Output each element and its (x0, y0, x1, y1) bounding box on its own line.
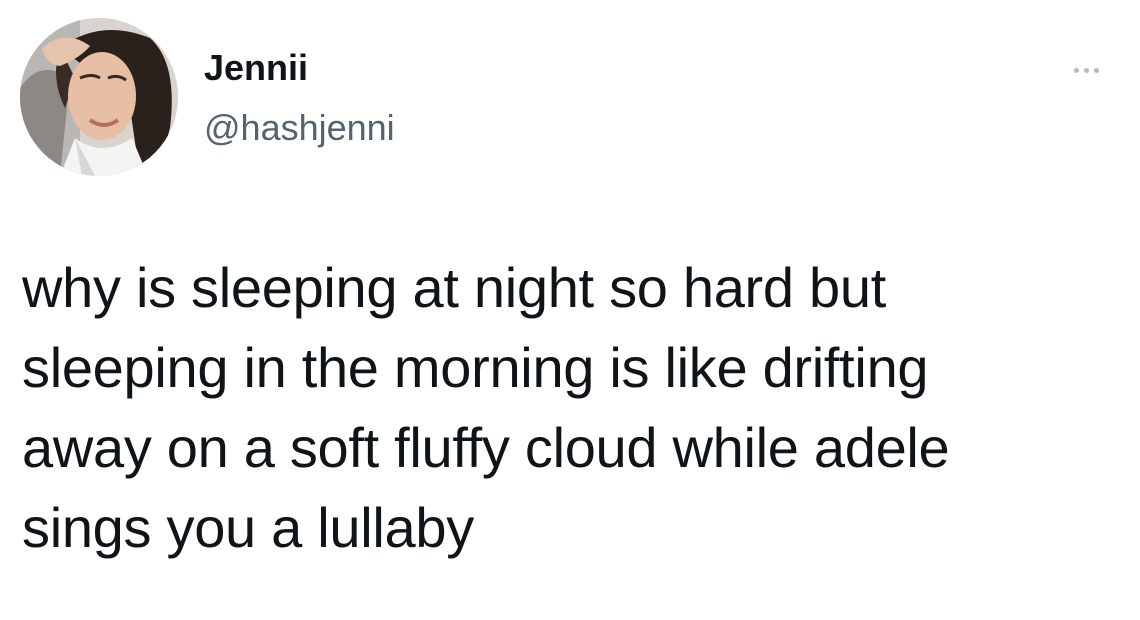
dot-icon (1073, 67, 1079, 73)
more-options-icon[interactable] (1062, 58, 1110, 82)
tweet-card: Jennii @hashjenni why is sleeping at nig… (0, 0, 1140, 620)
avatar[interactable] (20, 18, 178, 176)
dot-icon (1083, 67, 1089, 73)
tweet-text-line: away on a soft fluffy cloud while adele (22, 416, 950, 479)
profile-photo (20, 18, 178, 176)
tweet-text: why is sleeping at night so hard but sle… (22, 248, 1122, 568)
tweet-text-line: why is sleeping at night so hard but (22, 256, 886, 319)
dot-icon (1093, 67, 1099, 73)
author-handle[interactable]: @hashjenni (204, 108, 395, 148)
tweet-text-line: sings you a lullaby (22, 496, 474, 559)
tweet-text-line: sleeping in the morning is like drifting (22, 336, 929, 399)
author-display-name[interactable]: Jennii (204, 48, 308, 88)
